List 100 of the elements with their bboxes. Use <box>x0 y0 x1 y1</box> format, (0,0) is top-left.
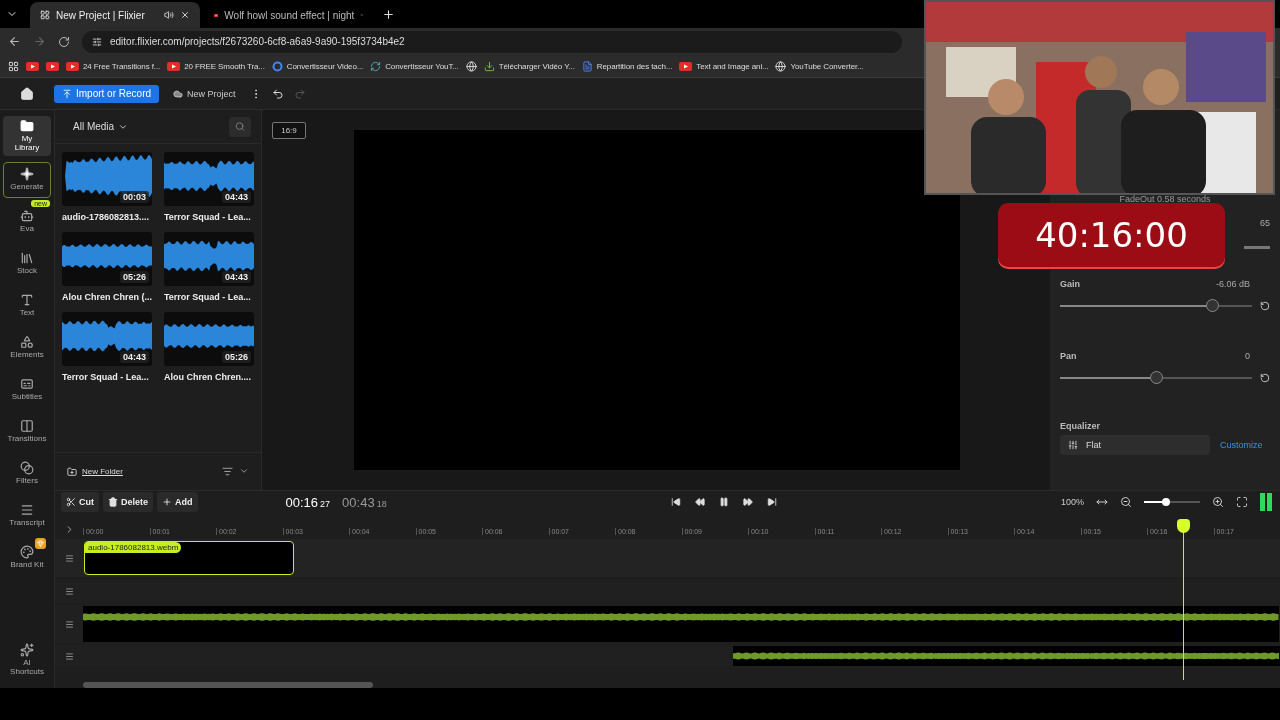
globe-icon <box>465 60 477 72</box>
site-settings-icon <box>92 36 102 47</box>
drag-handle-icon[interactable] <box>64 651 74 661</box>
project-name-button[interactable]: New Project <box>169 84 240 103</box>
sidebar-item[interactable]: Transitions <box>3 413 51 450</box>
media-thumbnail[interactable]: 00:03 <box>62 152 152 206</box>
reload-icon[interactable] <box>58 35 70 48</box>
fast-forward-icon[interactable] <box>742 497 753 507</box>
browser-tab[interactable]: New Project | Flixier <box>30 2 200 28</box>
sidebar-item[interactable]: Subtitles <box>3 371 51 408</box>
text-icon <box>20 293 34 308</box>
folder-plus-icon <box>67 466 77 477</box>
scrollbar[interactable] <box>83 682 373 688</box>
reset-icon[interactable] <box>1260 301 1270 311</box>
bookmark[interactable] <box>46 61 59 71</box>
playhead[interactable] <box>1177 519 1190 680</box>
chevron-down-icon[interactable] <box>239 466 249 476</box>
zoom-slider-thumb[interactable] <box>1162 498 1171 506</box>
sidebar-item[interactable]: My Library <box>3 116 51 156</box>
forward-icon[interactable] <box>33 35 46 48</box>
bookmark[interactable]: Repartition des tach... <box>581 60 673 72</box>
home-icon[interactable] <box>20 86 34 101</box>
sidebar-item[interactable]: Transcript <box>3 497 51 534</box>
bookmark[interactable]: Convertisseur YouT... <box>370 60 459 72</box>
browser-tab[interactable]: Wolf howl sound effect | night <box>204 2 374 28</box>
reset-icon[interactable] <box>1260 373 1270 383</box>
media-name: Terror Squad - Lea... <box>164 292 252 302</box>
media-name: Alou Chren Chren.... <box>164 372 252 382</box>
bookmark[interactable] <box>26 61 39 71</box>
sparkles-icon <box>20 643 34 658</box>
duration-label: 04:43 <box>221 191 251 203</box>
drag-handle-icon[interactable] <box>64 553 74 563</box>
media-thumbnail[interactable]: 05:26 <box>164 312 254 366</box>
current-time: 00:16 27 <box>285 494 331 510</box>
media-name: audio-1786082813.... <box>62 212 151 222</box>
bookmark[interactable]: 20 FREE Smooth Tra... <box>167 61 265 71</box>
new-folder-link[interactable]: New Folder <box>67 466 123 477</box>
pause-icon[interactable] <box>718 497 729 507</box>
bookmark[interactable]: Text and Image ani... <box>679 61 769 71</box>
shapes-icon <box>20 335 34 350</box>
audio-clip[interactable]: audio-1786082813.webm <box>84 541 294 575</box>
import-button[interactable]: Import or Record <box>54 84 160 103</box>
video-play-icon <box>26 61 39 71</box>
bookmark[interactable]: Télécharger Vidéo Y... <box>483 60 575 72</box>
drag-handle-icon[interactable] <box>64 619 74 629</box>
fullscreen-icon[interactable] <box>1236 496 1248 508</box>
bookmark[interactable]: YouTube Converter... <box>775 60 864 72</box>
slider-value: 0 <box>1245 351 1250 361</box>
sparkle-icon <box>20 167 34 182</box>
customize-link[interactable]: Customize <box>1220 440 1263 450</box>
zoom-in-icon[interactable] <box>1212 496 1224 508</box>
bookmark[interactable]: Convertisseur Video... <box>271 60 364 72</box>
bookmark[interactable]: 24 Free Transitions f... <box>66 61 161 71</box>
search-button[interactable] <box>229 116 251 137</box>
sidebar-item[interactable]: AI Shortcuts <box>3 640 51 680</box>
undo-icon[interactable] <box>271 87 284 100</box>
video-play-icon <box>66 61 79 71</box>
address-field[interactable]: editor.flixier.com/projects/f2673260-6cf8-a6a9-9a90-195f3734b4e2 <box>82 30 902 53</box>
apps-icon[interactable] <box>8 60 19 72</box>
search-icon <box>235 121 245 132</box>
rewind-icon[interactable] <box>694 497 705 507</box>
close-icon[interactable] <box>180 10 190 20</box>
slider-thumb[interactable] <box>1150 371 1163 384</box>
sidebar-item[interactable]: Text <box>3 287 51 324</box>
new-tab-icon[interactable] <box>382 7 395 21</box>
slider-track <box>1244 246 1270 249</box>
video-play-icon <box>679 61 693 71</box>
media-thumbnail[interactable]: 04:43 <box>164 152 254 206</box>
scissors-icon <box>66 497 76 507</box>
timeline-action-button[interactable]: Add <box>157 492 198 512</box>
palette-icon <box>20 545 34 560</box>
media-thumbnail[interactable]: 05:26 <box>62 232 152 286</box>
lines-icon <box>20 503 34 518</box>
aspect-ratio-button[interactable]: 16:9 <box>272 122 306 139</box>
sidebar-item[interactable]: Brand Kit <box>3 539 51 576</box>
sidebar-item[interactable]: Generate <box>3 161 51 198</box>
media-filter-dropdown[interactable]: All Media <box>67 120 135 133</box>
sidebar-item[interactable]: Stock <box>3 245 51 282</box>
skip-forward-icon[interactable] <box>766 497 777 507</box>
sort-icon[interactable] <box>222 466 233 477</box>
fade-label: FadeOut 0.58 seconds <box>1118 194 1212 204</box>
media-thumbnail[interactable]: 04:43 <box>62 312 152 366</box>
tab-title: Wolf howl sound effect | night <box>224 9 355 21</box>
zoom-out-icon[interactable] <box>1120 496 1132 508</box>
circles-icon <box>20 461 34 476</box>
equalizer-dropdown[interactable]: Flat <box>1060 435 1210 455</box>
drag-handle-icon[interactable] <box>64 586 74 596</box>
media-thumbnail[interactable]: 04:43 <box>164 232 254 286</box>
back-icon[interactable] <box>8 35 21 48</box>
slider-label: Pan <box>1060 351 1077 361</box>
media-name: Alou Chren Chren (... <box>62 292 152 302</box>
volume-value: 65 <box>1260 218 1270 228</box>
bookmark[interactable] <box>465 60 477 72</box>
timeline-action-button[interactable]: Cut <box>61 492 99 512</box>
download-icon <box>483 60 495 72</box>
skip-back-icon[interactable] <box>670 497 681 507</box>
sidebar-item[interactable]: Filters <box>3 455 51 492</box>
timeline-action-button[interactable]: Delete <box>103 492 153 512</box>
sidebar-item[interactable]: Elements <box>3 329 51 366</box>
slider-thumb[interactable] <box>1205 299 1219 312</box>
